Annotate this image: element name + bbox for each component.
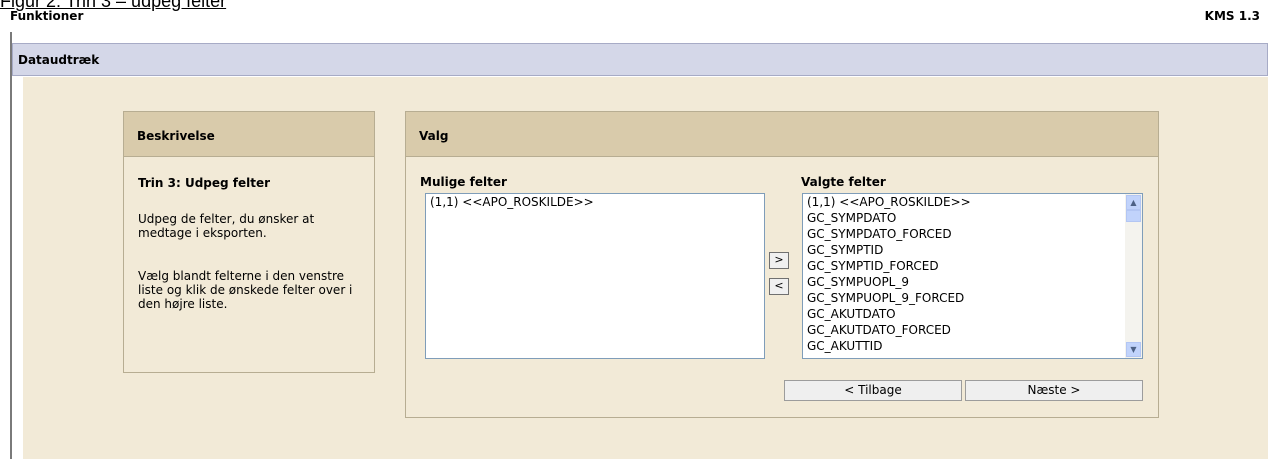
available-fields-list[interactable]: (1,1) <<APO_ROSKILDE>> bbox=[425, 193, 765, 359]
description-paragraph-1: Udpeg de felter, du ønsker at medtage i … bbox=[138, 212, 315, 240]
list-item[interactable]: GC_AKUTTID bbox=[803, 338, 1142, 354]
selection-panel-header: Valg bbox=[406, 112, 1158, 157]
selected-fields-label: Valgte felter bbox=[801, 175, 886, 189]
section-header: Dataudtræk bbox=[12, 43, 1268, 76]
scroll-up-icon[interactable]: ▲ bbox=[1126, 195, 1141, 210]
list-item[interactable]: GC_SYMPUOPL_9 bbox=[803, 274, 1142, 290]
add-field-button[interactable]: > bbox=[769, 252, 789, 269]
section-title: Dataudtræk bbox=[18, 53, 100, 67]
next-button[interactable]: Næste > bbox=[965, 380, 1143, 401]
available-fields-label: Mulige felter bbox=[420, 175, 507, 189]
list-item[interactable]: GC_SYMPTID_FORCED bbox=[803, 258, 1142, 274]
description-panel: Beskrivelse Trin 3: Udpeg felter Udpeg d… bbox=[123, 111, 375, 373]
version-label: KMS 1.3 bbox=[1204, 9, 1260, 23]
description-paragraph-2: Vælg blandt felterne i den venstre liste… bbox=[138, 269, 353, 311]
vertical-scrollbar[interactable]: ▲ ▼ bbox=[1125, 194, 1142, 358]
list-item[interactable]: GC_AKUTDATO_FORCED bbox=[803, 322, 1142, 338]
step-title: Trin 3: Udpeg felter bbox=[138, 176, 271, 190]
description-panel-header: Beskrivelse bbox=[124, 112, 374, 157]
list-item[interactable]: GC_SYMPTID bbox=[803, 242, 1142, 258]
list-item[interactable]: GC_SYMPDATO_FORCED bbox=[803, 226, 1142, 242]
description-panel-title: Beskrivelse bbox=[137, 129, 215, 143]
app-title: Funktioner bbox=[10, 9, 84, 23]
list-item[interactable]: (1,1) <<APO_ROSKILDE>> bbox=[803, 194, 1142, 210]
selection-panel-title: Valg bbox=[419, 129, 449, 143]
scroll-down-icon[interactable]: ▼ bbox=[1126, 342, 1141, 357]
top-bar: Funktioner KMS 1.3 bbox=[10, 9, 1260, 31]
list-item[interactable]: (1,1) <<APO_ROSKILDE>> bbox=[426, 194, 764, 210]
list-item[interactable]: GC_SYMPUOPL_9_FORCED bbox=[803, 290, 1142, 306]
selection-panel: Valg Mulige felter (1,1) <<APO_ROSKILDE>… bbox=[405, 111, 1159, 418]
selected-fields-list[interactable]: (1,1) <<APO_ROSKILDE>> GC_SYMPDATO GC_SY… bbox=[802, 193, 1143, 359]
list-item[interactable]: GC_AKUTDATO bbox=[803, 306, 1142, 322]
remove-field-button[interactable]: < bbox=[769, 278, 789, 295]
scrollbar-thumb[interactable] bbox=[1126, 210, 1141, 222]
list-item[interactable]: GC_SYMPDATO bbox=[803, 210, 1142, 226]
back-button[interactable]: < Tilbage bbox=[784, 380, 962, 401]
